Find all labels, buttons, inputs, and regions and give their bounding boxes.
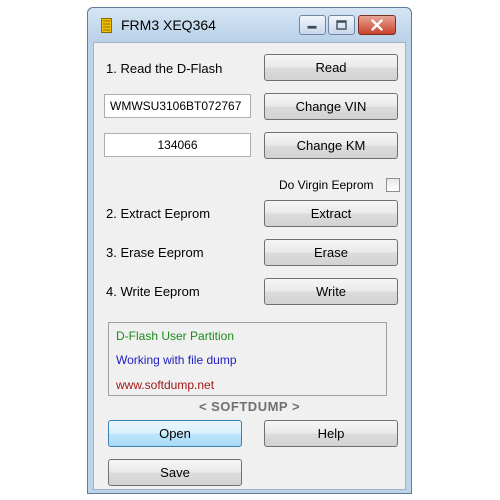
close-button[interactable] <box>358 15 396 35</box>
write-step-label: 4. Write Eeprom <box>106 284 200 299</box>
client-area: 1. Read the D-Flash Read WMWSU3106BT0727… <box>93 42 406 490</box>
info-partition-text: D-Flash User Partition <box>116 329 235 343</box>
virgin-eeprom-checkbox[interactable] <box>386 178 400 192</box>
info-panel: D-Flash User Partition Working with file… <box>108 322 387 396</box>
read-button[interactable]: Read <box>264 54 398 81</box>
vin-input[interactable]: WMWSU3106BT072767 <box>104 94 251 118</box>
erase-step-label: 3. Erase Eeprom <box>106 245 204 260</box>
maximize-button[interactable] <box>328 15 355 35</box>
info-website-text: www.softdump.net <box>116 378 215 392</box>
window-title: FRM3 XEQ364 <box>121 17 216 33</box>
info-status-text: Working with file dump <box>116 353 237 367</box>
close-icon <box>371 19 383 31</box>
brand-label: < SOFTDUMP > <box>198 399 301 414</box>
maximize-icon <box>336 20 347 30</box>
change-km-button[interactable]: Change KM <box>264 132 398 159</box>
read-step-label: 1. Read the D-Flash <box>106 61 223 76</box>
minimize-icon <box>307 25 317 29</box>
minimize-button[interactable] <box>299 15 326 35</box>
extract-step-label: 2. Extract Eeprom <box>106 206 211 221</box>
change-vin-button[interactable]: Change VIN <box>264 93 398 120</box>
open-button[interactable]: Open <box>108 420 242 447</box>
extract-button[interactable]: Extract <box>264 200 398 227</box>
help-button[interactable]: Help <box>264 420 398 447</box>
chip-icon <box>101 18 112 33</box>
title-bar[interactable]: FRM3 XEQ364 <box>88 8 411 42</box>
virgin-eeprom-label: Do Virgin Eeprom <box>279 178 374 192</box>
km-input[interactable]: 134066 <box>104 133 251 157</box>
app-window: FRM3 XEQ364 1. Read the D-Flash Read WMW… <box>87 7 412 494</box>
save-button[interactable]: Save <box>108 459 242 486</box>
erase-button[interactable]: Erase <box>264 239 398 266</box>
write-button[interactable]: Write <box>264 278 398 305</box>
